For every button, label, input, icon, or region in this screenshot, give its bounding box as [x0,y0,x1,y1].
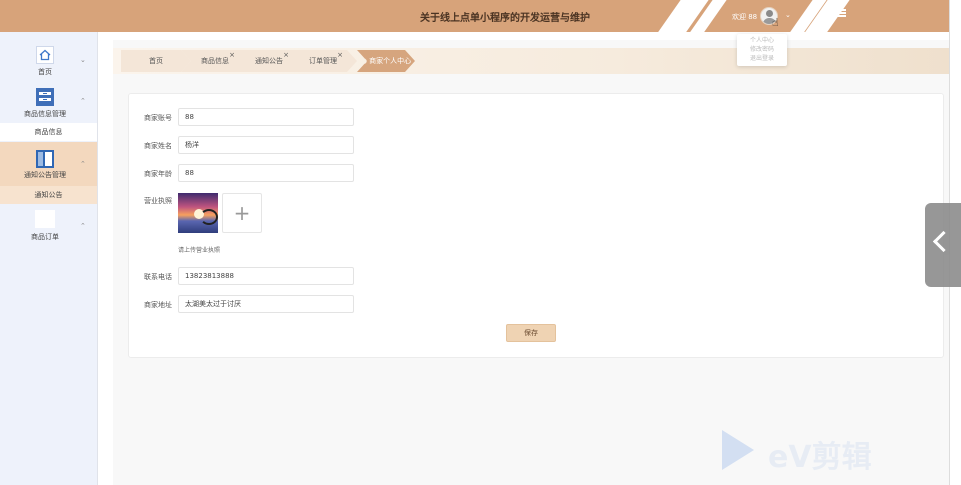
license-label: 营业执照 [144,197,172,205]
play-logo-icon [722,430,754,470]
sidebar-item-label: 首页 [38,68,52,76]
image-bridge [200,209,218,225]
age-label: 商家年龄 [144,170,172,178]
license-image[interactable] [178,193,218,233]
sidebar: 首页 ⌄ 商品信息管理 ⌃ 商品信息 通知公告管理 ⌃ 通知公告 商品订单 ⌃ [0,32,98,485]
user-dropdown-menu: 个人中心 修改密码 退出登录 [737,34,787,66]
watermark: eV剪辑 [722,430,912,475]
phone-input[interactable] [178,267,354,285]
tab-label: 首页 [149,57,163,65]
hamburger-menu-icon[interactable] [836,9,846,17]
account-input[interactable] [178,108,354,126]
sidebar-item-goods-management[interactable]: 商品信息管理 ⌃ [0,87,97,123]
chevron-left-icon [932,230,955,253]
tabs-bar: 首页 商品信息 × 通知公告 × 订单管理 × ● 商家个人中心 [113,48,949,74]
close-icon[interactable]: × [229,44,235,66]
welcome-text: 欢迎 88 [732,13,758,21]
save-button[interactable]: 保存 [506,324,556,342]
app-title: 关于线上点单小程序的开发运营与维护 [420,13,590,24]
collapse-handle[interactable] [925,203,961,287]
name-input[interactable] [178,136,354,154]
sidebar-subitem-notice[interactable]: 通知公告 [0,186,97,204]
close-icon[interactable]: × [337,44,343,66]
sidebar-subitem-goods-info[interactable]: 商品信息 [0,123,97,141]
name-label: 商家姓名 [144,142,172,150]
tab-home[interactable]: 首页 [121,50,191,72]
tab-label: 商品信息 [201,57,229,65]
chevron-up-icon: ⌃ [80,160,86,168]
home-icon [36,46,54,64]
address-label: 商家地址 [144,301,172,309]
notice-icon [36,150,54,168]
menu-item-logout[interactable]: 退出登录 [737,54,787,63]
chevron-up-icon: ⌃ [80,222,86,230]
chevron-up-icon: ⌃ [80,97,86,105]
address-input[interactable] [178,295,354,313]
sidebar-item-label: 商品信息管理 [24,110,66,118]
tab-label: ● 商家个人中心 [360,57,412,65]
chevron-down-icon: ⌄ [80,56,86,64]
upload-hint: 请上传营业执照 [178,247,221,254]
goods-icon [36,88,54,106]
sidebar-item-notice-management[interactable]: 通知公告管理 ⌃ [0,142,97,186]
tab-label: 订单管理 [309,57,337,65]
tab-merchant-center[interactable]: ● 商家个人中心 [357,50,415,72]
upload-plus-icon[interactable]: + [222,193,262,233]
sidebar-item-orders[interactable]: 商品订单 ⌃ [0,210,97,244]
account-label: 商家账号 [144,114,172,122]
tab-orders[interactable]: 订单管理 × [289,50,357,72]
sidebar-item-home[interactable]: 首页 ⌄ [0,44,97,84]
order-icon [35,210,55,228]
watermark-text: eV剪辑 [768,440,872,475]
tab-label: 通知公告 [255,57,283,65]
phone-label: 联系电话 [144,273,172,281]
top-header: 关于线上点单小程序的开发运营与维护 欢迎 88 ⌄ [0,0,961,32]
hand-cursor-icon: ☝ [772,16,779,29]
age-input[interactable] [178,164,354,182]
close-icon[interactable]: × [283,44,289,66]
sidebar-item-label: 通知公告管理 [24,171,66,179]
menu-item-change-password[interactable]: 修改密码 [737,45,787,54]
chevron-down-icon[interactable]: ⌄ [785,11,791,19]
sidebar-item-label: 商品订单 [31,233,59,241]
menu-item-profile[interactable]: 个人中心 [737,36,787,45]
